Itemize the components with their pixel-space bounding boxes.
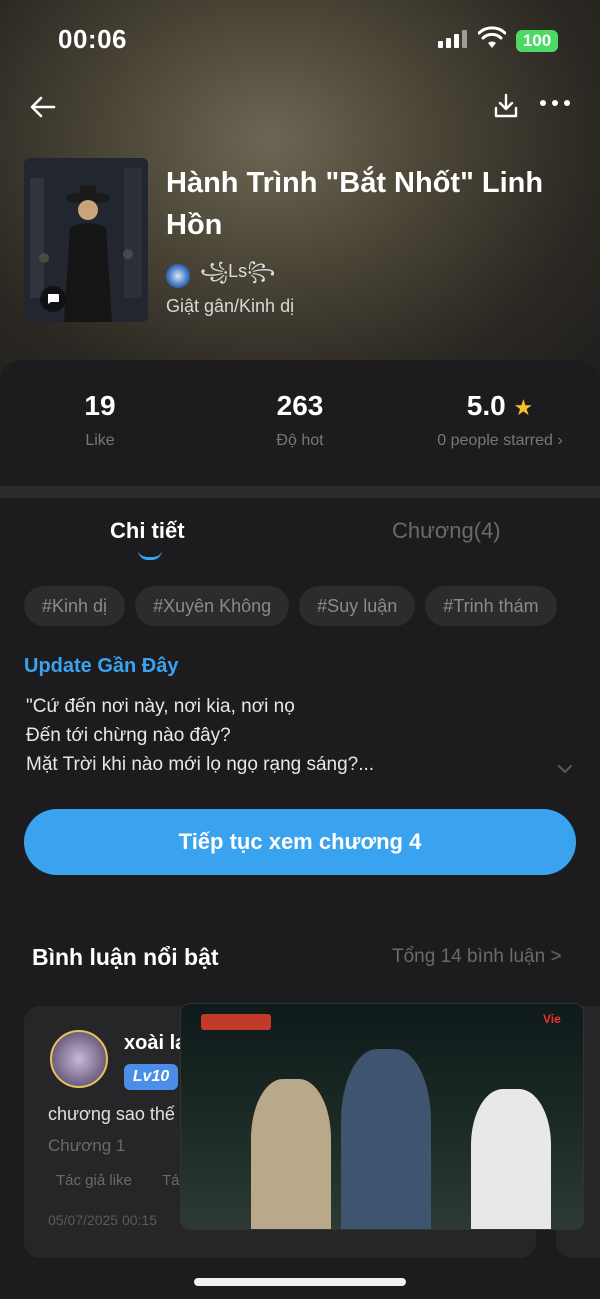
home-indicator [194, 1278, 406, 1286]
avatar[interactable] [50, 1030, 108, 1088]
author-like-badge: Tác giả like [56, 1172, 132, 1189]
section-divider [0, 486, 600, 498]
book-title: Hành Trình "Bắt Nhốt" Linh Hồn [166, 167, 544, 241]
comment-bubble-icon [40, 286, 66, 312]
video-channel-logo: Vie [543, 1012, 561, 1026]
tab-indicator [138, 550, 162, 560]
more-options-icon[interactable] [540, 100, 570, 106]
book-cover[interactable] [24, 158, 148, 322]
comment-date: 05/07/2025 00:15 [48, 1212, 157, 1228]
book-genre: Giật gân/Kinh dị [166, 296, 295, 316]
stat-hot-value: 263 [276, 390, 324, 421]
stat-rating-value-row: 5.0 ★ [420, 390, 580, 422]
status-time: 00:06 [58, 24, 127, 54]
tab-chapters[interactable]: Chương(4) [392, 518, 501, 544]
chevron-down-icon[interactable] [556, 760, 574, 778]
stat-likes-value: 19 [84, 390, 116, 421]
stat-rating-value: 5.0 [466, 390, 506, 421]
tag-chip[interactable]: #Kinh dị [24, 586, 126, 626]
status-bar: 00:06 100 [0, 0, 600, 80]
video-pip[interactable]: Vie [180, 1003, 584, 1230]
comment-chapter: Chương 1 [48, 1136, 126, 1155]
comment-text: chương sao thế [48, 1104, 175, 1124]
stat-rating[interactable]: 5.0 ★ 0 people starred › [420, 390, 580, 450]
author-avatar [166, 264, 190, 288]
wifi-icon [478, 26, 506, 48]
tag-chip[interactable]: #Suy luận [299, 586, 416, 626]
author-name: ꧁Ls꧂ [200, 261, 276, 281]
stat-likes: 19 Like [60, 390, 140, 450]
video-logo [201, 1014, 271, 1030]
tag-chip[interactable]: #Xuyên Không [135, 586, 290, 626]
update-title: Update Gần Đây [24, 655, 179, 677]
comment-author: xoài la [124, 1032, 187, 1054]
stat-hot-label: Độ hot [276, 432, 324, 449]
chevron-right-icon: › [557, 432, 563, 449]
update-text: "Cứ đến nơi này, nơi kia, nơi nọ Đến tới… [26, 696, 375, 775]
comments-total-link[interactable]: Tổng 14 bình luận > [392, 946, 562, 968]
video-person [471, 1089, 551, 1229]
video-person [341, 1049, 431, 1229]
comment-chip-2: Tá [162, 1172, 180, 1189]
tag-chip[interactable]: #Trinh thám [425, 586, 557, 626]
stat-likes-label: Like [85, 432, 115, 449]
level-badge: Lv10 [124, 1064, 178, 1090]
stat-hot: 263 Độ hot [250, 390, 350, 450]
signal-icon [438, 30, 467, 48]
star-icon: ★ [513, 395, 534, 420]
continue-reading-button[interactable]: Tiếp tục xem chương 4 [24, 809, 576, 875]
battery-icon: 100 [516, 30, 558, 52]
back-arrow-icon[interactable] [28, 92, 58, 122]
comments-title: Bình luận nổi bật [32, 944, 219, 970]
video-person [251, 1079, 331, 1229]
author-row[interactable]: ꧁Ls꧂ [166, 258, 275, 294]
stat-rating-label-text: 0 people starred [437, 432, 553, 449]
tab-details[interactable]: Chi tiết [110, 518, 185, 544]
tag-list: #Kinh dị #Xuyên Không #Suy luận #Trinh thám [24, 586, 576, 626]
stats-card: 19 Like 263 Độ hot 5.0 ★ 0 people starre… [0, 360, 600, 486]
download-icon[interactable] [492, 92, 520, 120]
stat-rating-label: 0 people starred › [420, 432, 580, 450]
